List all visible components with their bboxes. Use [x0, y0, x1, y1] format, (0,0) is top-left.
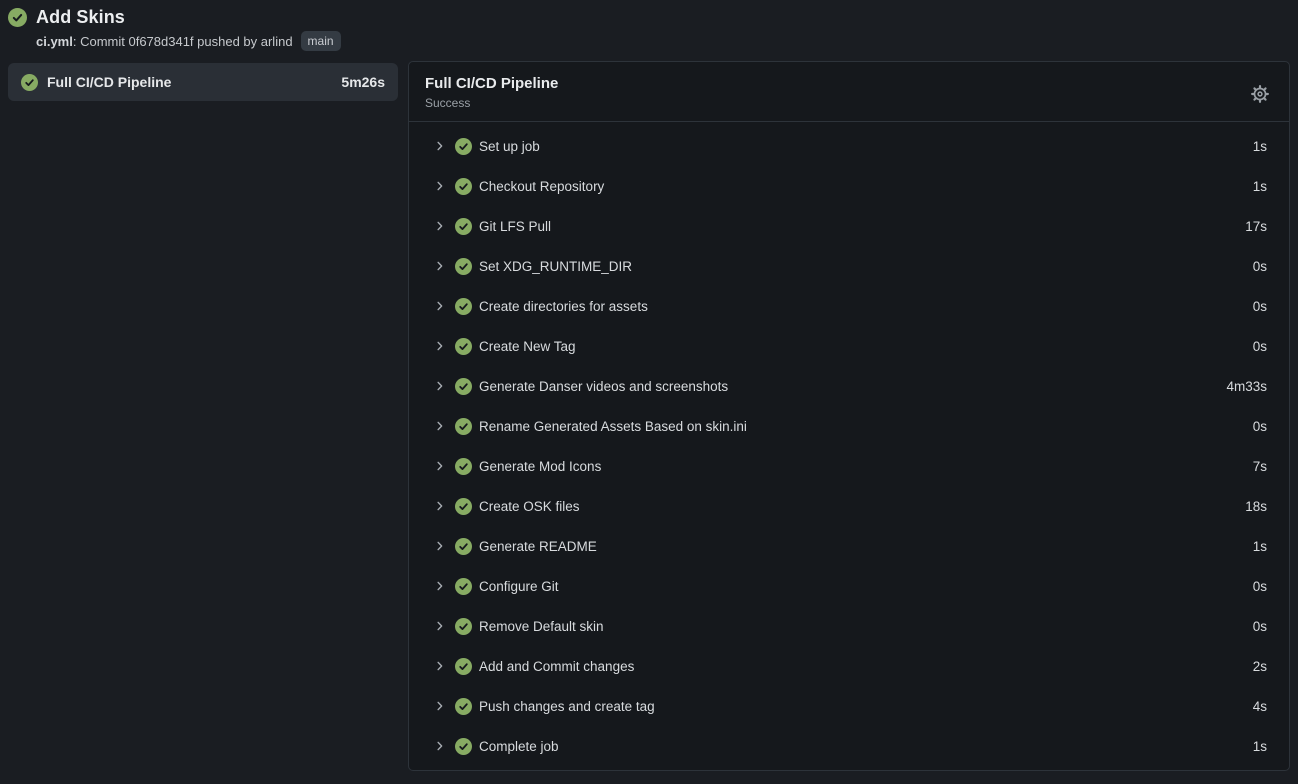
check-circle-icon: [455, 698, 472, 715]
step-name: Create directories for assets: [479, 299, 1253, 314]
step-duration: 0s: [1253, 619, 1267, 634]
step-row[interactable]: Create OSK files 18s: [409, 486, 1289, 526]
step-name: Complete job: [479, 739, 1253, 754]
step-duration: 18s: [1245, 499, 1267, 514]
run-header: Add Skins ci.yml: Commit 0f678d341f push…: [0, 0, 1298, 51]
chevron-right-icon[interactable]: [434, 620, 446, 632]
chevron-right-icon[interactable]: [434, 260, 446, 272]
step-name: Create OSK files: [479, 499, 1245, 514]
chevron-right-icon[interactable]: [434, 580, 446, 592]
sidebar-job-item[interactable]: Full CI/CD Pipeline 5m26s: [8, 63, 398, 101]
check-circle-icon: [455, 298, 472, 315]
step-name: Generate Mod Icons: [479, 459, 1253, 474]
check-circle-icon: [455, 578, 472, 595]
job-detail-panel: Full CI/CD Pipeline Success: [408, 61, 1290, 771]
job-panel-title: Full CI/CD Pipeline: [425, 75, 1247, 92]
gear-icon[interactable]: [1247, 81, 1273, 107]
chevron-right-icon[interactable]: [434, 180, 446, 192]
workflow-file-name: ci.yml: [36, 34, 73, 49]
step-row[interactable]: Set up job 1s: [409, 126, 1289, 166]
check-circle-icon: [455, 178, 472, 195]
check-circle-icon: [21, 74, 38, 91]
job-name: Full CI/CD Pipeline: [47, 74, 332, 90]
check-circle-icon: [455, 138, 472, 155]
step-name: Set XDG_RUNTIME_DIR: [479, 259, 1253, 274]
check-circle-icon: [8, 8, 27, 27]
step-row[interactable]: Create directories for assets 0s: [409, 286, 1289, 326]
step-row[interactable]: Git LFS Pull 17s: [409, 206, 1289, 246]
job-duration: 5m26s: [341, 74, 385, 90]
commit-info: : Commit 0f678d341f pushed by arlind: [73, 34, 293, 49]
check-circle-icon: [455, 538, 472, 555]
job-panel-header: Full CI/CD Pipeline Success: [409, 62, 1289, 122]
step-row[interactable]: Set XDG_RUNTIME_DIR 0s: [409, 246, 1289, 286]
chevron-right-icon[interactable]: [434, 700, 446, 712]
step-duration: 0s: [1253, 339, 1267, 354]
check-circle-icon: [455, 338, 472, 355]
step-name: Checkout Repository: [479, 179, 1253, 194]
step-name: Git LFS Pull: [479, 219, 1245, 234]
check-circle-icon: [455, 418, 472, 435]
step-duration: 1s: [1253, 139, 1267, 154]
step-name: Remove Default skin: [479, 619, 1253, 634]
step-row[interactable]: Generate README 1s: [409, 526, 1289, 566]
chevron-right-icon[interactable]: [434, 340, 446, 352]
step-duration: 4s: [1253, 699, 1267, 714]
step-name: Add and Commit changes: [479, 659, 1253, 674]
step-row[interactable]: Complete job 1s: [409, 726, 1289, 766]
step-row[interactable]: Generate Danser videos and screenshots 4…: [409, 366, 1289, 406]
check-circle-icon: [455, 378, 472, 395]
step-row[interactable]: Create New Tag 0s: [409, 326, 1289, 366]
chevron-right-icon[interactable]: [434, 300, 446, 312]
step-row[interactable]: Remove Default skin 0s: [409, 606, 1289, 646]
run-title: Add Skins: [36, 7, 125, 28]
chevron-right-icon[interactable]: [434, 540, 446, 552]
step-name: Set up job: [479, 139, 1253, 154]
step-duration: 0s: [1253, 299, 1267, 314]
step-duration: 1s: [1253, 179, 1267, 194]
check-circle-icon: [455, 258, 472, 275]
step-duration: 1s: [1253, 739, 1267, 754]
step-row[interactable]: Push changes and create tag 4s: [409, 686, 1289, 726]
chevron-right-icon[interactable]: [434, 420, 446, 432]
step-name: Configure Git: [479, 579, 1253, 594]
chevron-right-icon[interactable]: [434, 140, 446, 152]
check-circle-icon: [455, 218, 472, 235]
step-row[interactable]: Add and Commit changes 2s: [409, 646, 1289, 686]
step-name: Push changes and create tag: [479, 699, 1253, 714]
chevron-right-icon[interactable]: [434, 660, 446, 672]
run-subtitle: ci.yml: Commit 0f678d341f pushed by arli…: [36, 31, 1290, 51]
step-name: Rename Generated Assets Based on skin.in…: [479, 419, 1253, 434]
steps-list: Set up job 1s Checkout Repository 1s: [409, 122, 1289, 770]
chevron-right-icon[interactable]: [434, 500, 446, 512]
step-duration: 2s: [1253, 659, 1267, 674]
check-circle-icon: [455, 498, 472, 515]
step-row[interactable]: Generate Mod Icons 7s: [409, 446, 1289, 486]
step-duration: 4m33s: [1226, 379, 1267, 394]
chevron-right-icon[interactable]: [434, 380, 446, 392]
step-name: Generate README: [479, 539, 1253, 554]
step-duration: 1s: [1253, 539, 1267, 554]
step-duration: 0s: [1253, 419, 1267, 434]
step-row[interactable]: Checkout Repository 1s: [409, 166, 1289, 206]
step-duration: 0s: [1253, 579, 1267, 594]
check-circle-icon: [455, 738, 472, 755]
jobs-sidebar: Full CI/CD Pipeline 5m26s: [8, 61, 398, 101]
chevron-right-icon[interactable]: [434, 740, 446, 752]
check-circle-icon: [455, 458, 472, 475]
step-row[interactable]: Rename Generated Assets Based on skin.in…: [409, 406, 1289, 446]
step-name: Generate Danser videos and screenshots: [479, 379, 1226, 394]
step-row[interactable]: Configure Git 0s: [409, 566, 1289, 606]
step-duration: 17s: [1245, 219, 1267, 234]
chevron-right-icon[interactable]: [434, 460, 446, 472]
branch-badge[interactable]: main: [301, 31, 341, 51]
step-duration: 0s: [1253, 259, 1267, 274]
check-circle-icon: [455, 618, 472, 635]
step-duration: 7s: [1253, 459, 1267, 474]
chevron-right-icon[interactable]: [434, 220, 446, 232]
job-status-label: Success: [425, 96, 1247, 110]
check-circle-icon: [455, 658, 472, 675]
step-name: Create New Tag: [479, 339, 1253, 354]
